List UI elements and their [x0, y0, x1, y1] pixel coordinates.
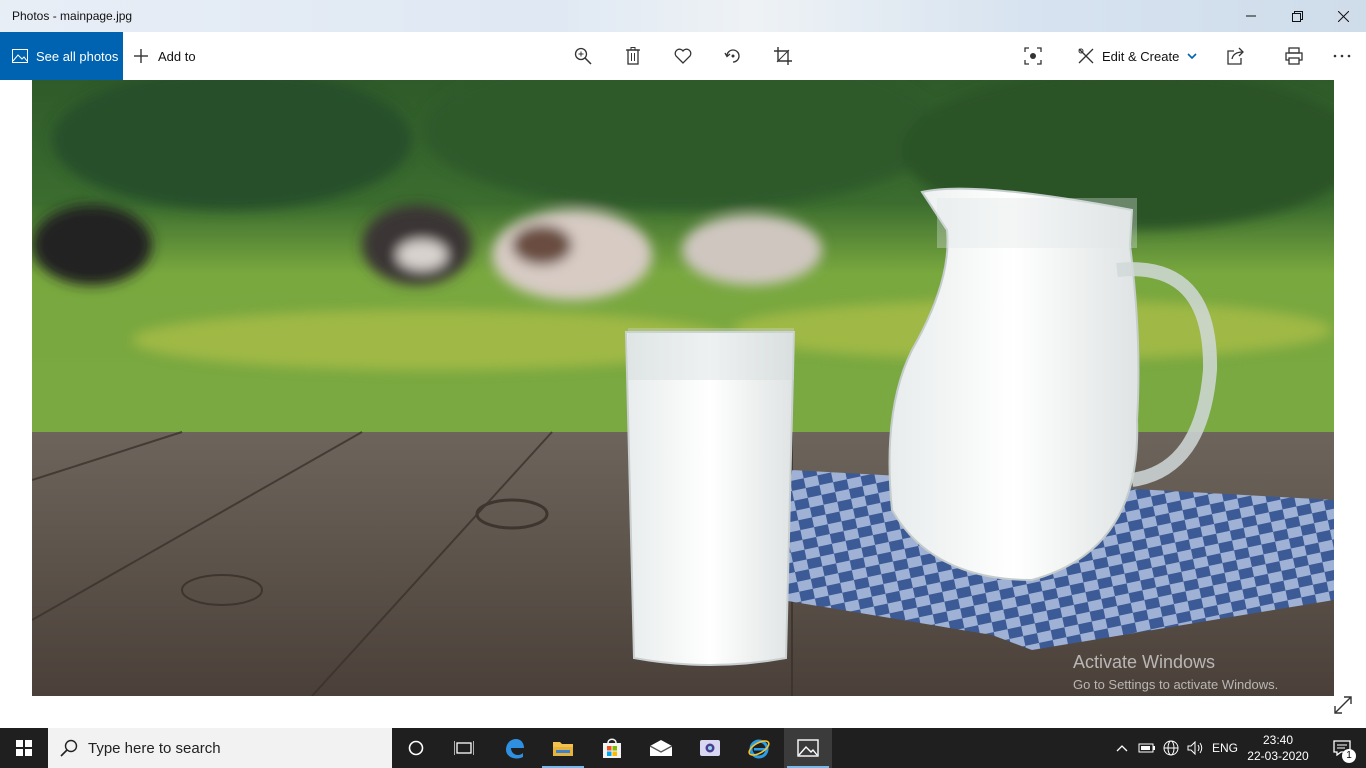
- minimize-icon: [1246, 15, 1256, 17]
- restore-icon: [1291, 10, 1303, 22]
- watermark-title: Activate Windows: [1073, 652, 1216, 672]
- app-button[interactable]: [686, 728, 734, 768]
- image-icon: [12, 49, 28, 63]
- globe-icon: [1163, 740, 1179, 756]
- edit-create-icon: [1078, 48, 1094, 64]
- start-button[interactable]: [0, 728, 48, 768]
- fullscreen-button[interactable]: [1332, 694, 1354, 716]
- store-button[interactable]: [588, 728, 636, 768]
- more-button[interactable]: [1330, 44, 1354, 68]
- file-explorer-button[interactable]: [539, 728, 587, 768]
- see-all-photos-label: See all photos: [36, 48, 119, 64]
- enhance-button[interactable]: [1021, 44, 1045, 68]
- favorite-icon: [674, 48, 692, 64]
- internet-explorer-button[interactable]: [735, 728, 783, 768]
- more-icon: [1333, 54, 1351, 58]
- enhance-icon: [1024, 47, 1042, 65]
- close-icon: [1337, 10, 1349, 22]
- see-all-photos-button[interactable]: See all photos: [0, 32, 123, 80]
- close-button[interactable]: [1320, 0, 1366, 32]
- cortana-button[interactable]: [392, 728, 440, 768]
- photo-image[interactable]: [32, 80, 1334, 696]
- app-icon: [700, 740, 720, 756]
- photos-icon: [797, 739, 819, 757]
- rotate-button[interactable]: [721, 44, 745, 68]
- expand-icon: [1334, 696, 1352, 714]
- chevron-up-icon: [1116, 745, 1128, 752]
- photo-viewer[interactable]: Activate Windows Go to Settings to activ…: [0, 80, 1366, 728]
- file-explorer-icon: [553, 742, 573, 756]
- windows-icon: [16, 740, 32, 756]
- internet-explorer-icon: [748, 739, 770, 759]
- activation-watermark: Activate Windows Go to Settings to activ…: [1073, 652, 1278, 692]
- print-icon: [1285, 47, 1303, 65]
- photos-button[interactable]: [784, 728, 832, 768]
- share-icon: [1227, 47, 1244, 65]
- clock-date: 22-03-2020: [1247, 749, 1309, 763]
- delete-icon: [626, 47, 640, 65]
- power-tray-button[interactable]: [1137, 728, 1157, 768]
- mail-icon: [649, 740, 673, 756]
- task-view-button[interactable]: [440, 728, 488, 768]
- volume-icon: [1187, 741, 1203, 755]
- show-hidden-icons-button[interactable]: [1113, 728, 1131, 768]
- crop-icon: [774, 47, 792, 65]
- share-button[interactable]: [1224, 44, 1248, 68]
- crop-button[interactable]: [771, 44, 795, 68]
- task-view-icon: [454, 741, 474, 755]
- search-icon: [60, 739, 78, 757]
- action-center-button[interactable]: 1: [1322, 728, 1362, 768]
- favorite-button[interactable]: [671, 44, 695, 68]
- print-button[interactable]: [1282, 44, 1306, 68]
- watermark-subtitle: Go to Settings to activate Windows.: [1073, 677, 1279, 692]
- restore-button[interactable]: [1274, 0, 1320, 32]
- plus-icon: [134, 49, 148, 63]
- input-language[interactable]: ENG: [1212, 728, 1238, 768]
- window-controls: [1228, 0, 1366, 32]
- cortana-icon: [408, 740, 424, 756]
- taskbar-search-box[interactable]: Type here to search: [48, 728, 392, 768]
- network-tray-button[interactable]: [1160, 728, 1182, 768]
- clock[interactable]: 23:40 22-03-2020: [1244, 732, 1312, 764]
- minimize-button[interactable]: [1228, 0, 1274, 32]
- window-title: Photos - mainpage.jpg: [12, 9, 133, 23]
- rotate-icon: [724, 49, 740, 63]
- chevron-down-icon: [1187, 53, 1197, 59]
- taskbar: Type here to search ENG 23:40 22-03-2020…: [0, 728, 1366, 768]
- notification-count: 1: [1342, 749, 1356, 763]
- search-placeholder: Type here to search: [88, 739, 221, 757]
- toolbar: See all photos Add to Edit & Create: [0, 32, 1366, 80]
- zoom-icon: [574, 47, 592, 65]
- mail-button[interactable]: [637, 728, 685, 768]
- title-bar: Photos - mainpage.jpg: [0, 0, 1366, 32]
- edge-icon: [506, 739, 524, 759]
- zoom-button[interactable]: [571, 44, 595, 68]
- add-to-label: Add to: [158, 48, 196, 64]
- delete-button[interactable]: [621, 44, 645, 68]
- clock-time: 23:40: [1262, 733, 1294, 747]
- store-icon: [603, 738, 621, 758]
- battery-icon: [1138, 743, 1155, 753]
- volume-tray-button[interactable]: [1185, 728, 1207, 768]
- add-to-button[interactable]: Add to: [134, 32, 196, 80]
- edge-button[interactable]: [490, 728, 538, 768]
- edit-create-label: Edit & Create: [1102, 48, 1180, 64]
- edit-create-button[interactable]: Edit & Create: [1078, 32, 1197, 80]
